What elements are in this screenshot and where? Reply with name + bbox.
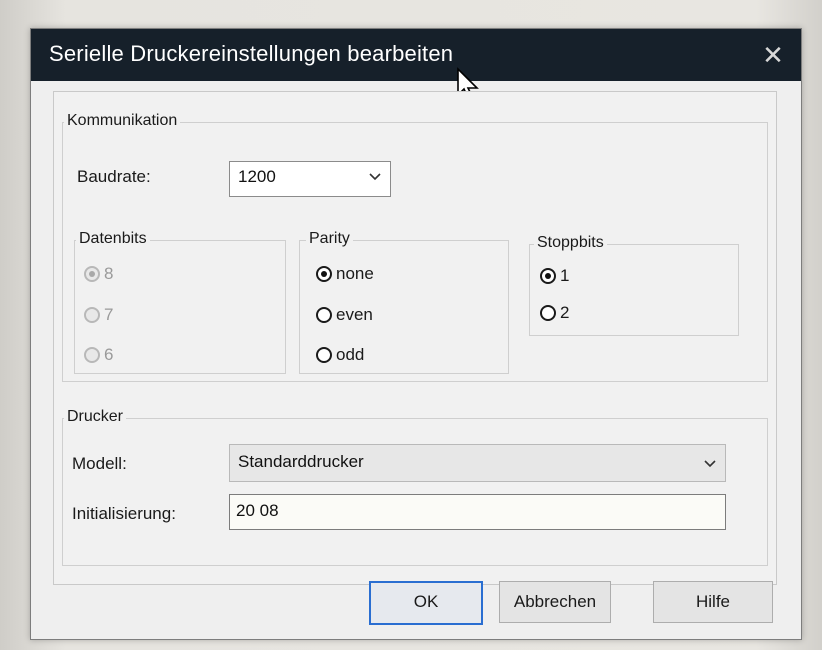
- cancel-button[interactable]: Abbrechen: [499, 581, 611, 623]
- radio-dot: [84, 307, 100, 323]
- parity-option-even[interactable]: even: [316, 305, 373, 325]
- datenbits-option-8[interactable]: 8: [84, 264, 113, 284]
- baudrate-value: 1200: [238, 167, 276, 186]
- initialisierung-value: 20 08: [236, 501, 279, 520]
- kommunikation-group-label: Kommunikation: [64, 112, 181, 130]
- drucker-group: [62, 418, 768, 566]
- radio-dot: [84, 347, 100, 363]
- initialisierung-input[interactable]: 20 08: [229, 494, 726, 530]
- radio-dot: [316, 307, 332, 323]
- parity-option-none[interactable]: none: [316, 264, 374, 284]
- stoppbits-option-2[interactable]: 2: [540, 303, 569, 323]
- chevron-down-icon: [369, 173, 381, 181]
- radio-dot: [316, 266, 332, 282]
- stoppbits-option-label: 2: [560, 303, 570, 322]
- printer-settings-dialog: Serielle Druckereinstellungen bearbeiten…: [30, 28, 802, 640]
- baudrate-dropdown[interactable]: 1200: [229, 161, 391, 197]
- stoppbits-label: Stoppbits: [534, 234, 607, 252]
- datenbits-option-label: 7: [104, 305, 114, 324]
- initialisierung-label: Initialisierung:: [72, 504, 176, 523]
- modell-value: Standarddrucker: [238, 452, 364, 471]
- settings-panel: Kommunikation Baudrate: 1200 Datenbits 8…: [53, 91, 777, 585]
- radio-dot: [316, 347, 332, 363]
- parity-option-label: even: [336, 305, 373, 324]
- help-button[interactable]: Hilfe: [653, 581, 773, 623]
- modell-dropdown[interactable]: Standarddrucker: [229, 444, 726, 482]
- window-title: Serielle Druckereinstellungen bearbeiten: [49, 41, 454, 66]
- title-bar[interactable]: Serielle Druckereinstellungen bearbeiten…: [31, 29, 801, 81]
- datenbits-option-7[interactable]: 7: [84, 305, 113, 325]
- parity-option-odd[interactable]: odd: [316, 345, 364, 365]
- ok-button[interactable]: OK: [369, 581, 483, 625]
- modell-label: Modell:: [72, 454, 127, 473]
- chevron-down-icon: [704, 460, 716, 468]
- parity-option-label: odd: [336, 345, 365, 364]
- radio-dot: [540, 305, 556, 321]
- radio-dot: [540, 268, 556, 284]
- datenbits-option-6[interactable]: 6: [84, 345, 113, 365]
- stoppbits-option-label: 1: [560, 266, 570, 285]
- datenbits-label: Datenbits: [76, 230, 150, 248]
- radio-dot: [84, 266, 100, 282]
- datenbits-option-label: 8: [104, 264, 114, 283]
- baudrate-label: Baudrate:: [77, 167, 151, 186]
- drucker-group-label: Drucker: [64, 408, 127, 426]
- parity-label: Parity: [306, 230, 353, 248]
- stoppbits-option-1[interactable]: 1: [540, 266, 569, 286]
- close-icon[interactable]: ✕: [759, 41, 787, 69]
- parity-option-label: none: [336, 264, 374, 283]
- datenbits-option-label: 6: [104, 345, 114, 364]
